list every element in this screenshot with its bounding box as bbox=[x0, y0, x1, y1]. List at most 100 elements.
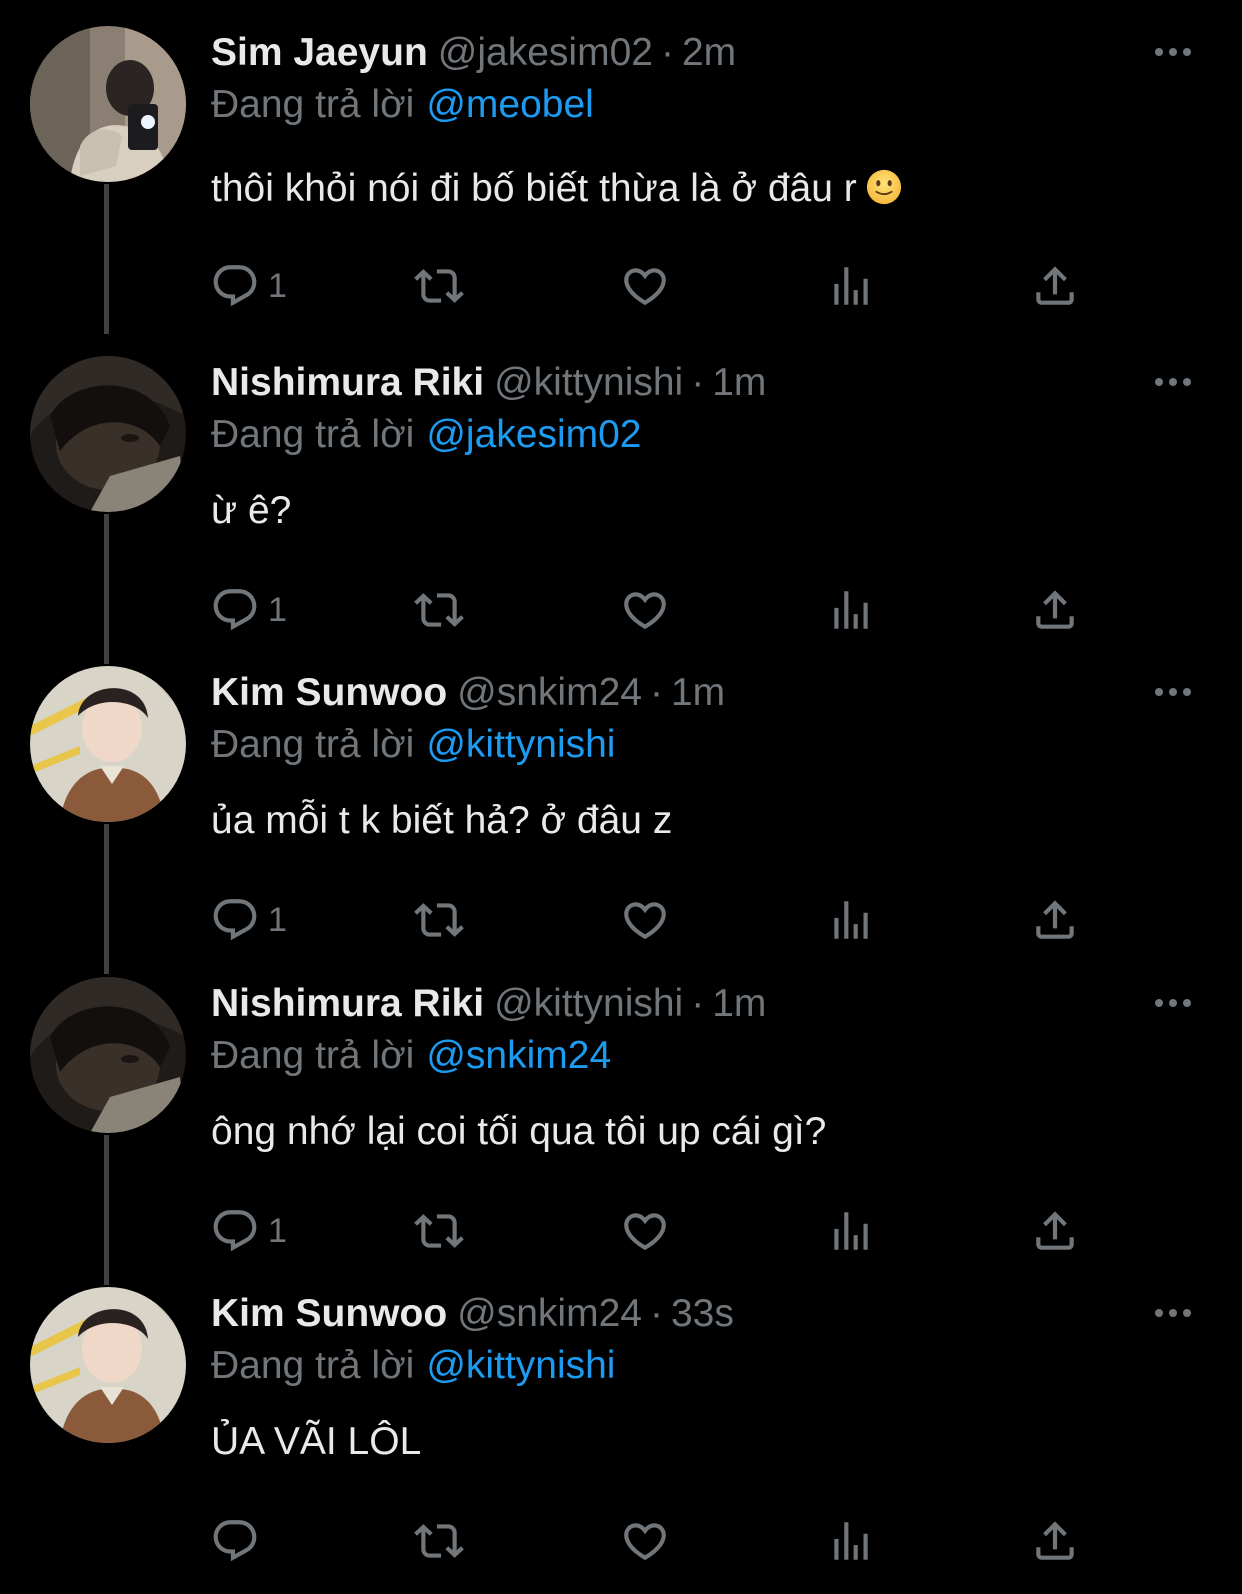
share-upload-icon bbox=[1036, 900, 1074, 939]
tweet-actions: 1 bbox=[0, 892, 1242, 952]
like-button[interactable] bbox=[620, 1203, 670, 1259]
more-horizontal-icon[interactable] bbox=[1152, 991, 1194, 1015]
tweet-header: Nishimura Riki @kittynishi · 1m bbox=[211, 982, 766, 1026]
user-handle[interactable]: @jakesim02 bbox=[438, 31, 653, 74]
reply-button[interactable]: 1 bbox=[210, 892, 287, 948]
tweet-text-content: ừ ê? bbox=[211, 489, 292, 532]
share-button[interactable] bbox=[1030, 1203, 1080, 1259]
share-upload-icon bbox=[1036, 1521, 1074, 1560]
reply-thread: Sim Jaeyun @jakesim02 · 2m Đang trả lời @meo… bbox=[0, 0, 1242, 1575]
views-button[interactable] bbox=[826, 892, 876, 948]
share-button[interactable] bbox=[1030, 1513, 1080, 1569]
like-button[interactable] bbox=[620, 582, 670, 638]
display-name[interactable]: Nishimura Riki bbox=[211, 361, 484, 404]
views-bar-chart-icon bbox=[834, 1522, 868, 1560]
views-bar-chart-icon bbox=[834, 901, 868, 939]
reply-button[interactable] bbox=[210, 1513, 268, 1569]
tweet-text: ông nhớ lại coi tối qua tôi up cái gì? bbox=[211, 1109, 826, 1155]
replying-to-label: Đang trả lời bbox=[211, 1344, 415, 1387]
timestamp[interactable]: 1m bbox=[712, 361, 766, 404]
user-handle[interactable]: @kittynishi bbox=[494, 982, 683, 1025]
replying-to-label: Đang trả lời bbox=[211, 1034, 415, 1077]
views-bar-chart-icon bbox=[834, 591, 868, 629]
separator-dot: · bbox=[649, 1292, 663, 1335]
tweet-text-content: thôi khỏi nói đi bố biết thừa là ở đâu r bbox=[211, 167, 857, 210]
retweet-icon bbox=[414, 903, 464, 937]
reply-bubble-icon bbox=[213, 1210, 257, 1252]
replying-to-label: Đang trả lời bbox=[211, 413, 415, 456]
like-button[interactable] bbox=[620, 892, 670, 948]
views-button[interactable] bbox=[826, 582, 876, 638]
retweet-button[interactable] bbox=[414, 1203, 464, 1259]
retweet-button[interactable] bbox=[414, 582, 464, 638]
replying-to-link[interactable]: @jakesim02 bbox=[426, 413, 641, 456]
like-button[interactable] bbox=[620, 258, 670, 314]
display-name[interactable]: Kim Sunwoo bbox=[211, 1292, 447, 1335]
retweet-button[interactable] bbox=[414, 258, 464, 314]
tweet-text: thôi khỏi nói đi bố biết thừa là ở đâu r bbox=[211, 166, 903, 212]
heart-icon bbox=[624, 268, 666, 306]
tweet-text-content: ủa mỗi t k biết hả? ở đâu z bbox=[211, 799, 673, 842]
retweet-button[interactable] bbox=[414, 1513, 464, 1569]
tweet-text: ừ ê? bbox=[211, 488, 291, 534]
retweet-icon bbox=[414, 593, 464, 627]
reply-button[interactable]: 1 bbox=[210, 582, 287, 638]
reply-bubble-icon bbox=[213, 589, 257, 631]
avatar[interactable] bbox=[30, 26, 186, 182]
like-button[interactable] bbox=[620, 1513, 670, 1569]
replying-to-link[interactable]: @snkim24 bbox=[426, 1034, 611, 1077]
display-name[interactable]: Sim Jaeyun bbox=[211, 31, 428, 74]
replying-to-link[interactable]: @kittynishi bbox=[426, 723, 615, 766]
tweet-header: Kim Sunwoo @snkim24 · 1m bbox=[211, 671, 725, 715]
slightly-smiling-face-icon bbox=[866, 169, 901, 205]
replying-to-label: Đang trả lời bbox=[211, 83, 415, 126]
reply-button[interactable]: 1 bbox=[210, 1203, 287, 1259]
views-bar-chart-icon bbox=[834, 1212, 868, 1250]
user-handle[interactable]: @snkim24 bbox=[457, 671, 642, 714]
tweet[interactable]: Sim Jaeyun @jakesim02 · 2m Đang trả lời @meo… bbox=[0, 22, 1242, 334]
replying-to-link[interactable]: @kittynishi bbox=[426, 1344, 615, 1387]
views-button[interactable] bbox=[826, 1203, 876, 1259]
timestamp[interactable]: 33s bbox=[671, 1292, 734, 1335]
reply-count: 1 bbox=[268, 1211, 287, 1250]
tweet-text: ủa mỗi t k biết hả? ở đâu z bbox=[211, 798, 672, 844]
more-horizontal-icon[interactable] bbox=[1152, 680, 1194, 704]
retweet-icon bbox=[414, 1524, 464, 1558]
tweet[interactable]: Kim Sunwoo @snkim24 · 1m Đang trả lời @kitty… bbox=[0, 662, 1242, 974]
timestamp[interactable]: 1m bbox=[671, 671, 725, 714]
more-horizontal-icon[interactable] bbox=[1152, 370, 1194, 394]
tweet[interactable]: Nishimura Riki @kittynishi · 1m Đang trả lờ… bbox=[0, 973, 1242, 1285]
share-button[interactable] bbox=[1030, 582, 1080, 638]
tweet-text-content: ông nhớ lại coi tối qua tôi up cái gì? bbox=[211, 1110, 827, 1153]
avatar[interactable] bbox=[30, 1287, 186, 1443]
share-button[interactable] bbox=[1030, 258, 1080, 314]
share-upload-icon bbox=[1036, 1211, 1074, 1250]
heart-icon bbox=[624, 1523, 666, 1561]
display-name[interactable]: Nishimura Riki bbox=[211, 982, 484, 1025]
tweet-header: Nishimura Riki @kittynishi · 1m bbox=[211, 361, 766, 405]
tweet[interactable]: Kim Sunwoo @snkim24 · 33s Đang trả lời @kitt… bbox=[0, 1283, 1242, 1594]
reply-bubble-icon bbox=[213, 899, 257, 941]
timestamp[interactable]: 1m bbox=[712, 982, 766, 1025]
user-handle[interactable]: @snkim24 bbox=[457, 1292, 642, 1335]
retweet-icon bbox=[414, 269, 464, 303]
retweet-button[interactable] bbox=[414, 892, 464, 948]
more-horizontal-icon[interactable] bbox=[1152, 40, 1194, 64]
reply-count: 1 bbox=[268, 590, 287, 629]
tweet-actions: 1 bbox=[0, 1203, 1242, 1263]
views-button[interactable] bbox=[826, 258, 876, 314]
more-horizontal-icon[interactable] bbox=[1152, 1301, 1194, 1325]
views-button[interactable] bbox=[826, 1513, 876, 1569]
replying-to: Đang trả lời @snkim24 bbox=[211, 1034, 611, 1078]
avatar[interactable] bbox=[30, 666, 186, 822]
avatar[interactable] bbox=[30, 356, 186, 512]
tweet-actions: 1 bbox=[0, 258, 1242, 318]
tweet[interactable]: Nishimura Riki @kittynishi · 1m Đang trả lờ… bbox=[0, 352, 1242, 664]
avatar[interactable] bbox=[30, 977, 186, 1133]
share-button[interactable] bbox=[1030, 892, 1080, 948]
reply-button[interactable]: 1 bbox=[210, 258, 287, 314]
user-handle[interactable]: @kittynishi bbox=[494, 361, 683, 404]
display-name[interactable]: Kim Sunwoo bbox=[211, 671, 447, 714]
replying-to-link[interactable]: @meobel bbox=[426, 83, 594, 126]
timestamp[interactable]: 2m bbox=[682, 31, 736, 74]
